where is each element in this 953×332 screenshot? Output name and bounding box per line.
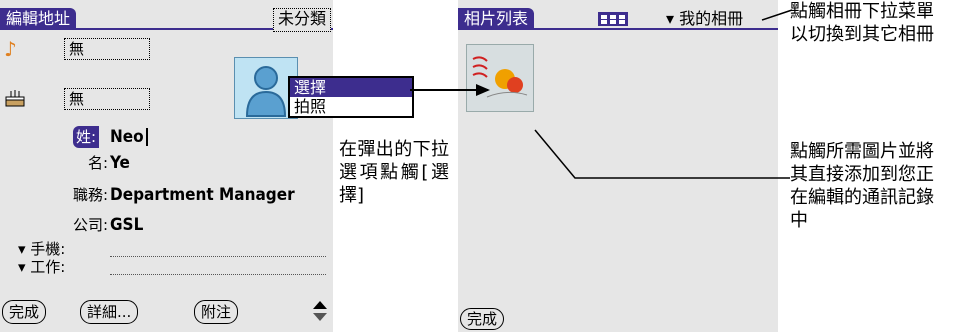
caption-select-instruction: 點觸所需圖片並將其直接添加到您正在編輯的通訊記錄中 xyxy=(790,141,934,231)
album-callout-line xyxy=(761,9,793,21)
caption-album-instruction: 點觸相冊下拉菜單以切換到其它相冊 xyxy=(790,1,934,45)
caption-popup-instruction: 在彈出的下拉選項點觸[選擇] xyxy=(339,139,449,206)
arrow-head xyxy=(476,84,490,96)
thumbnail-callout-line xyxy=(534,129,790,179)
